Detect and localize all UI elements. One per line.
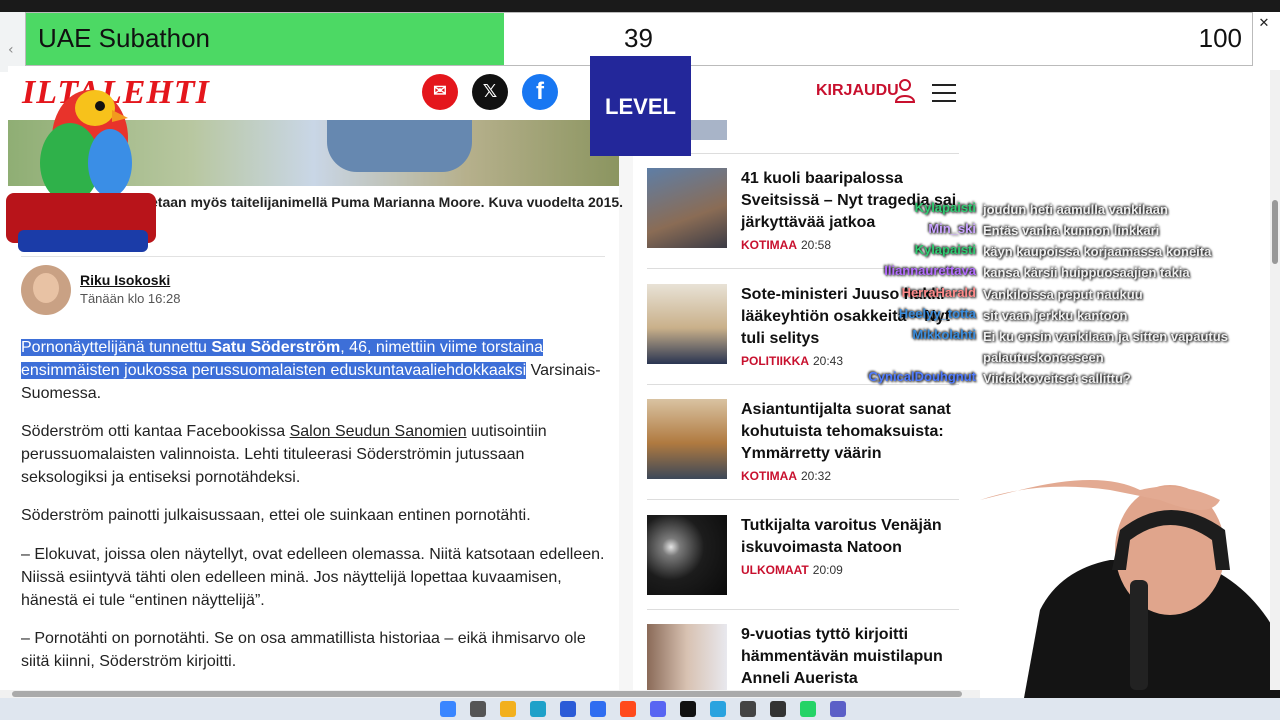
image-caption: etaan myös taitelijanimellä Puma Mariann… [150,194,624,210]
chat-username: Heelyy_totta [898,306,976,321]
chat-message: Ei ku ensin vankilaan ja sitten vapautus… [983,329,1228,365]
chat-username: Kylapaisti [914,242,976,257]
news-time: 20:09 [812,563,843,577]
chat-username: Min_ski [928,221,976,236]
app-icon[interactable] [680,701,696,717]
hero-image-detail [327,120,472,172]
news-item[interactable]: 41 kuoli baaripalossa Sveitsissä – Nyt t… [647,168,959,252]
chat-message: Vankiloissa peput naukuu [983,287,1143,302]
email-share-icon[interactable]: ✉ [422,74,458,110]
article-paragraph: Pornonäyttelijänä tunnettu Satu Söderstr… [21,339,601,402]
author-name-link[interactable]: Riku Isokoski [80,272,170,288]
chat-message: sit vaan jerkku kantoon [983,308,1128,323]
svg-text:LEVEL: LEVEL [605,94,676,119]
chat-message: Viidakkoveitset sallittu? [983,371,1131,386]
article-paragraph: Söderström otti kantaa Facebookissa Salo… [21,423,547,486]
news-category[interactable]: KOTIMAA [741,238,797,252]
hamburger-menu-icon[interactable] [932,84,956,102]
selected-text: Pornonäyttelijänä tunnettu Satu Söderstr… [21,339,544,379]
horizontal-scrollbar-thumb[interactable] [12,691,962,697]
news-category[interactable]: KOTIMAA [741,469,797,483]
subathon-title: UAE Subathon [38,23,211,53]
news-title[interactable]: Asiantuntijalta suorat sanat kohutuista … [741,399,965,465]
level-overlay-logo: LEVEL [590,56,691,156]
obs-icon[interactable] [770,701,786,717]
subathon-current-value: 39 [624,23,653,53]
news-item[interactable]: Tutkijalta varoitus Venäjän iskuvoimasta… [647,515,959,595]
subathon-goal-value: 100 [1198,23,1242,53]
store-icon[interactable] [560,701,576,717]
news-divider [647,499,959,500]
news-divider [647,384,959,385]
tekno-parrot-overlay-logo [6,90,156,252]
edge-icon[interactable] [530,701,546,717]
news-title[interactable]: Tutkijalta varoitus Venäjän iskuvoimasta… [741,515,965,559]
news-time: 20:32 [801,469,832,483]
news-meta: KOTIMAA 20:32 [741,469,831,483]
windows-taskbar [0,698,1280,720]
news-title[interactable]: 9-vuotias tyttö kirjoitti hämmentävän mu… [741,624,959,690]
user-icon[interactable] [894,78,916,104]
news-meta: ULKOMAAT 20:09 [741,563,843,577]
whatsapp-icon[interactable] [800,701,816,717]
news-thumbnail[interactable] [647,515,727,595]
x-share-icon[interactable]: 𝕏 [472,74,508,110]
news-divider [647,153,959,154]
news-thumbnail[interactable] [647,624,727,690]
publish-time: Tänään klo 16:28 [80,291,181,306]
source-link[interactable]: Salon Seudun Sanomien [290,423,467,440]
news-meta: KOTIMAA 20:58 [741,238,831,252]
facebook-share-icon[interactable]: f [522,74,558,110]
author-avatar[interactable] [21,265,71,315]
news-category[interactable]: POLITIIKKA [741,354,809,368]
news-item[interactable]: Asiantuntijalta suorat sanat kohutuista … [647,399,959,483]
brave-icon[interactable] [620,701,636,717]
news-thumbnail[interactable] [647,399,727,479]
article-paragraph: – Pornotähti on pornotähti. Se on osa am… [21,630,586,670]
chat-message: kansa kärsii huippuosaajien takia [983,265,1190,280]
back-arrow-icon[interactable]: ‹ [8,42,14,58]
chat-username: Kylapaisti [914,200,976,215]
telegram-icon[interactable] [710,701,726,717]
window-titlebar [0,0,1280,12]
news-thumbnail[interactable] [647,284,727,364]
scrollbar-thumb[interactable] [1272,200,1278,264]
news-divider [647,609,959,610]
article-paragraph: – Elokuvat, joissa olen näytellyt, ovat … [21,546,605,609]
close-icon[interactable]: ✕ [1254,14,1274,34]
chat-username: Iliannaurettava [884,263,976,278]
webcam-feed [980,480,1280,720]
news-time: 20:43 [813,354,844,368]
news-item[interactable]: 9-vuotias tyttö kirjoitti hämmentävän mu… [647,624,959,690]
news-thumbnail[interactable] [647,168,727,248]
app-icon[interactable] [590,701,606,717]
chat-message: Entäs vanha kunnon linkkari [983,223,1160,238]
file-explorer-icon[interactable] [500,701,516,717]
chat-message: käyn kaupoissa korjaamassa koneita [983,244,1212,259]
task-view-icon[interactable] [470,701,486,717]
discord-icon[interactable] [650,701,666,717]
chat-username: CynicalDouhgnut [868,369,976,384]
app-icon[interactable] [740,701,756,717]
login-link[interactable]: KIRJAUDU [816,82,899,100]
teams-icon[interactable] [830,701,846,717]
article-paragraph: Söderström painotti julkaisussaan, ettei… [21,507,531,524]
chat-username: Mikkolahti [912,327,976,342]
chat-username: HerraHarald [901,285,976,300]
chat-message: joudun heti aamulla vankilaan [983,202,1168,217]
news-category[interactable]: ULKOMAAT [741,563,809,577]
news-meta: POLITIIKKA 20:43 [741,354,843,368]
news-time: 20:58 [801,238,832,252]
highlight-name: Satu Söderström [211,339,341,356]
vertical-scrollbar[interactable] [1270,70,1280,690]
start-icon[interactable] [440,701,456,717]
